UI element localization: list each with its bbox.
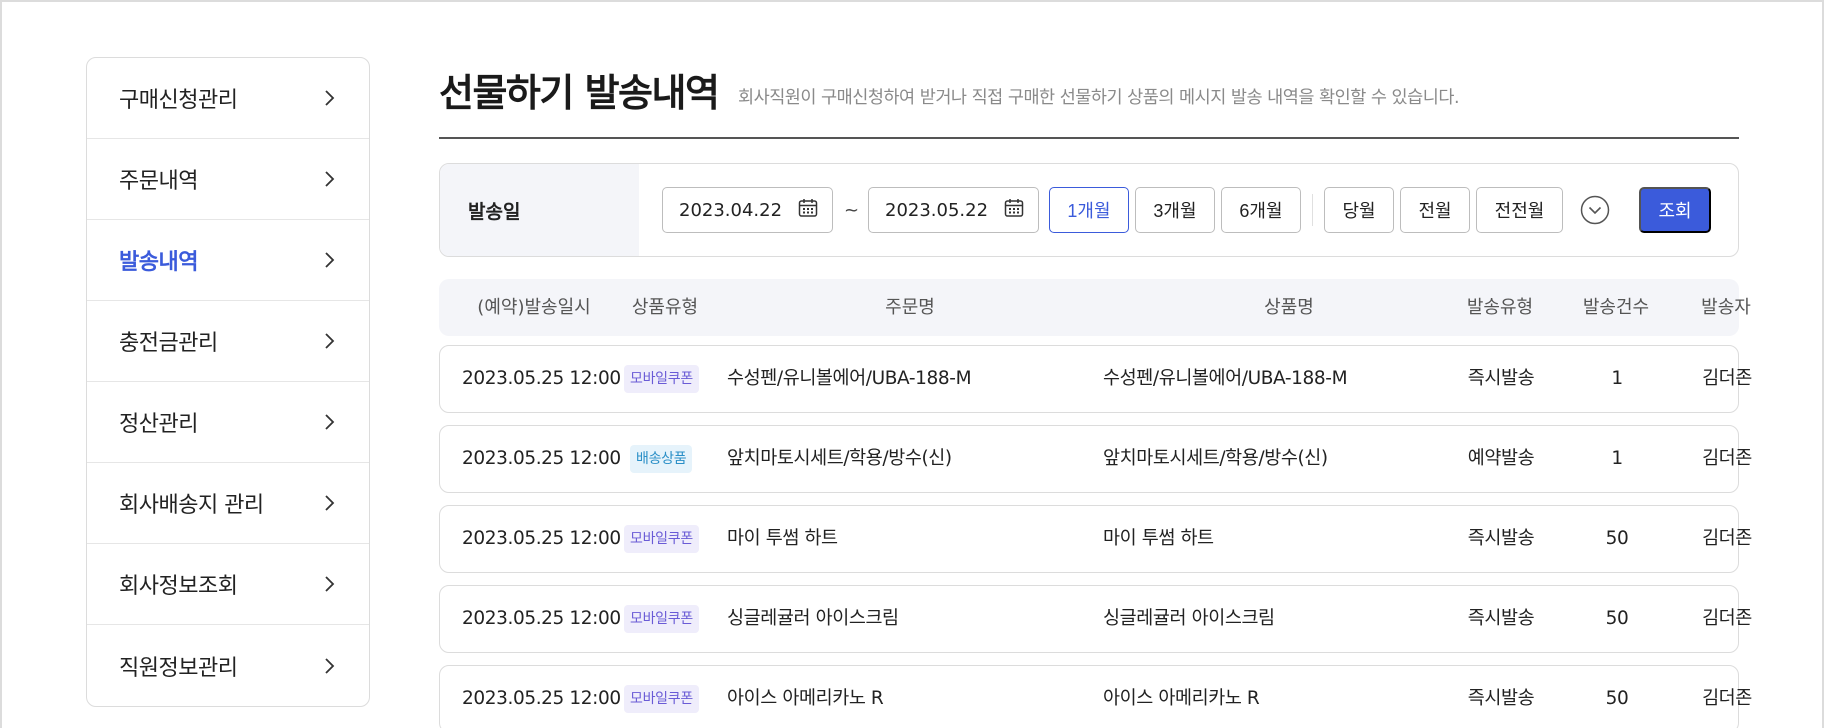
cell-send-type: 즉시발송	[1467, 368, 1535, 389]
cell-product-name: 싱글레귤러 아이스크림	[1103, 608, 1275, 629]
sidebar-item-settlement[interactable]: 정산관리	[87, 382, 369, 463]
cell-order-name: 앞치마토시세트/학용/방수(신)	[727, 448, 952, 469]
cell-datetime: 2023.05.25 12:00	[462, 688, 621, 709]
sidebar-item-company-address[interactable]: 회사배송지 관리	[87, 463, 369, 544]
sidebar-item-label: 정산관리	[119, 412, 198, 437]
table-row[interactable]: 2023.05.25 12:00 모바일쿠폰 마이 투썸 하트 마이 투썸 하트…	[439, 505, 1752, 573]
period-1-month-button[interactable]: 1개월	[1049, 187, 1129, 233]
period-6-month-button[interactable]: 6개월	[1221, 187, 1301, 233]
cell-order-name: 싱글레귤러 아이스크림	[727, 608, 899, 629]
cell-product-name: 수성펜/유니볼에어/UBA-188-M	[1103, 368, 1348, 389]
cell-datetime: 2023.05.25 12:00	[462, 608, 621, 629]
cell-sender: 김더존	[1702, 608, 1752, 629]
date-range-separator: ~	[844, 200, 860, 221]
sidebar-item-label: 회사배송지 관리	[119, 493, 264, 518]
cell-sender: 김더존	[1702, 688, 1752, 709]
table-row[interactable]: 2023.05.25 12:00 모바일쿠폰 수성펜/유니볼에어/UBA-188…	[439, 345, 1752, 413]
month-before-last-button[interactable]: 전전월	[1476, 187, 1563, 233]
product-type-badge: 모바일쿠폰	[624, 685, 699, 713]
last-month-button[interactable]: 전월	[1400, 187, 1470, 233]
sidebar-item-label: 충전금관리	[119, 331, 218, 356]
cell-product-name: 앞치마토시세트/학용/방수(신)	[1103, 448, 1328, 469]
chevron-right-icon	[319, 250, 339, 270]
chevron-right-icon	[319, 493, 339, 513]
cell-count: 50	[1605, 608, 1629, 629]
cell-datetime: 2023.05.25 12:00	[462, 448, 621, 469]
sidebar-item-purchase-request[interactable]: 구매신청관리	[87, 58, 369, 139]
table-row[interactable]: 2023.05.25 12:00 배송상품 앞치마토시세트/학용/방수(신) 앞…	[439, 425, 1752, 493]
product-type-badge: 모바일쿠폰	[624, 525, 699, 553]
chevron-right-icon	[319, 331, 339, 351]
column-header-product: 상품명	[1264, 297, 1314, 318]
table-header: (예약)발송일시 상품유형 주문명 상품명 발송유형 발송건수 발송자	[439, 279, 1751, 336]
column-header-order: 주문명	[885, 297, 935, 318]
date-filter: 발송일 2023.04.22 ~ 2023.05.22 1개월 3개월 6개월 …	[439, 163, 1739, 257]
cell-datetime: 2023.05.25 12:00	[462, 528, 621, 549]
column-header-send-type: 발송유형	[1466, 297, 1534, 318]
chevron-right-icon	[319, 412, 339, 432]
cell-send-type: 즉시발송	[1467, 608, 1535, 629]
period-3-month-button[interactable]: 3개월	[1135, 187, 1215, 233]
sidebar-item-company-info[interactable]: 회사정보조회	[87, 544, 369, 625]
cell-datetime: 2023.05.25 12:00	[462, 368, 621, 389]
chevron-right-icon	[319, 88, 339, 108]
column-header-type: 상품유형	[631, 297, 699, 318]
cell-sender: 김더존	[1702, 448, 1752, 469]
end-date-value: 2023.05.22	[885, 199, 989, 221]
page-title: 선물하기 발송내역	[439, 71, 720, 115]
sidebar-item-label: 구매신청관리	[119, 88, 238, 113]
sidebar-item-label: 발송내역	[119, 250, 198, 275]
cell-count: 50	[1605, 688, 1629, 709]
product-type-badge: 배송상품	[630, 445, 693, 473]
cell-send-type: 예약발송	[1467, 448, 1535, 469]
sidebar-item-label: 직원정보관리	[119, 655, 238, 681]
cell-count: 50	[1605, 528, 1629, 549]
end-date-input[interactable]: 2023.05.22	[868, 187, 1039, 233]
sidebar-item-label: 회사정보조회	[119, 574, 238, 599]
page-description: 회사직원이 구매신청하여 받거나 직접 구매한 선물하기 상품의 메시지 발송 …	[738, 88, 1460, 108]
sidebar-item-orders[interactable]: 주문내역	[87, 139, 369, 220]
calendar-icon[interactable]	[1004, 198, 1024, 223]
cell-sender: 김더존	[1702, 368, 1752, 389]
table-row[interactable]: 2023.05.25 12:00 모바일쿠폰 아이스 아메리카노 R 아이스 아…	[439, 665, 1752, 728]
cell-order-name: 아이스 아메리카노 R	[727, 688, 884, 709]
calendar-icon[interactable]	[798, 198, 818, 223]
cell-send-type: 즉시발송	[1467, 688, 1535, 709]
filter-label-cell: 발송일	[440, 164, 639, 256]
start-date-value: 2023.04.22	[679, 199, 783, 221]
chevron-right-icon	[319, 574, 339, 594]
this-month-button[interactable]: 당월	[1324, 187, 1394, 233]
sidebar-item-send-history[interactable]: 발송내역	[87, 220, 369, 301]
sidebar-item-employees[interactable]: 직원정보관리	[87, 625, 369, 706]
filter-label: 발송일	[468, 200, 521, 223]
column-header-sender: 발송자	[1701, 297, 1751, 318]
cell-order-name: 마이 투썸 하트	[727, 528, 838, 549]
cell-product-name: 마이 투썸 하트	[1103, 528, 1214, 549]
cell-send-type: 즉시발송	[1467, 528, 1535, 549]
title-divider	[439, 137, 1739, 139]
search-button[interactable]: 조회	[1639, 187, 1711, 233]
product-type-badge: 모바일쿠폰	[624, 605, 699, 633]
chevron-right-icon	[319, 169, 339, 189]
cell-product-name: 아이스 아메리카노 R	[1103, 688, 1260, 709]
cell-sender: 김더존	[1702, 528, 1752, 549]
chevron-right-icon	[319, 656, 339, 676]
table-row[interactable]: 2023.05.25 12:00 모바일쿠폰 싱글레귤러 아이스크림 싱글레귤러…	[439, 585, 1752, 653]
column-header-count: 발송건수	[1582, 297, 1650, 318]
sidebar: 구매신청관리 주문내역 발송내역 충전금관리 정산관리 회사배송지 관리 회사정…	[86, 57, 370, 707]
filter-divider	[1312, 194, 1313, 226]
sidebar-item-charge[interactable]: 충전금관리	[87, 301, 369, 382]
product-type-badge: 모바일쿠폰	[624, 365, 699, 393]
cell-order-name: 수성펜/유니볼에어/UBA-188-M	[727, 368, 972, 389]
sidebar-item-label: 주문내역	[119, 169, 198, 194]
start-date-input[interactable]: 2023.04.22	[662, 187, 833, 233]
cell-count: 1	[1611, 448, 1623, 469]
cell-count: 1	[1611, 368, 1623, 389]
column-header-datetime: (예약)발송일시	[477, 297, 591, 318]
chevron-down-circle-icon[interactable]	[1579, 194, 1611, 226]
